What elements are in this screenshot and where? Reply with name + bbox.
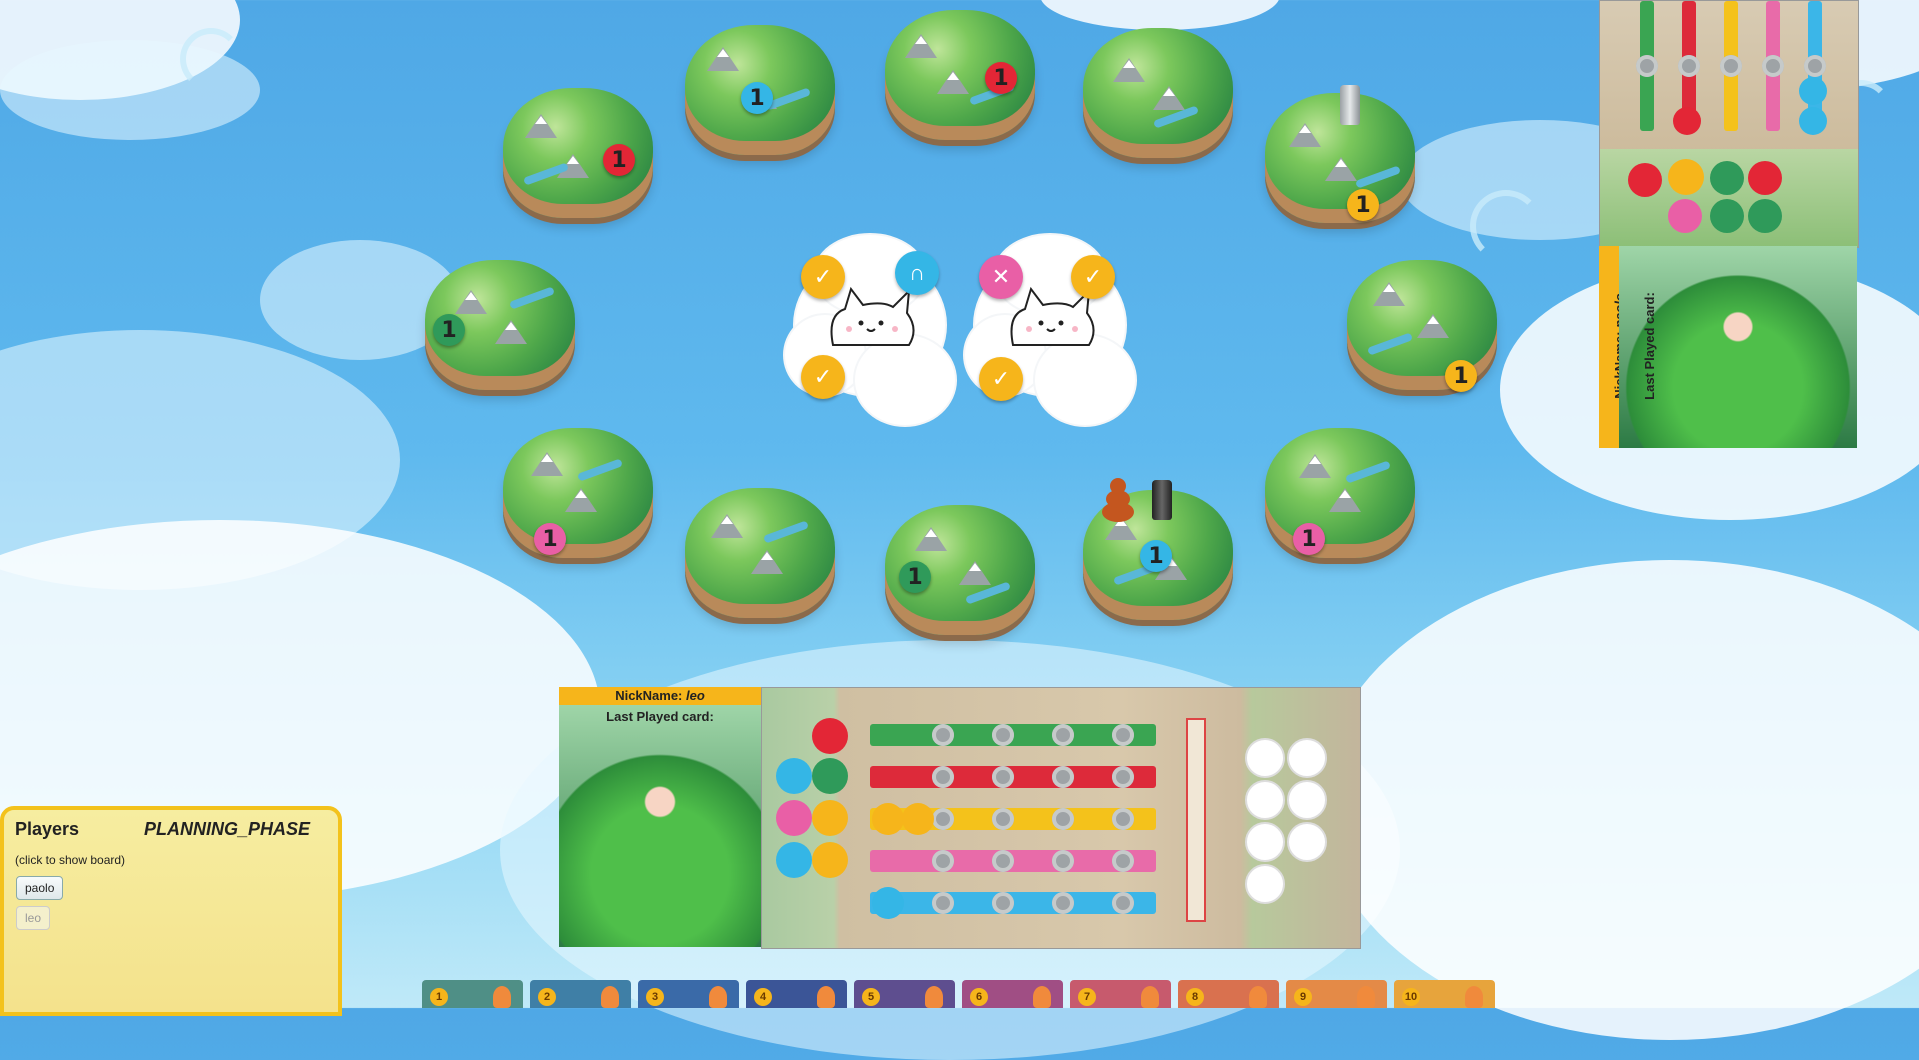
fox-icon: [493, 986, 511, 1008]
fox-icon: [1465, 986, 1483, 1008]
student-yellow: ✓: [1071, 255, 1115, 299]
leo-info-panel: NickName: leo Last Played card:: [559, 687, 761, 947]
student-count-token: 1: [433, 314, 465, 346]
last-played-label: Last Played card:: [606, 709, 714, 724]
fox-icon: [1033, 986, 1051, 1008]
tower-slot: [1245, 780, 1285, 820]
island[interactable]: 1: [685, 25, 835, 165]
assistant-card[interactable]: 4: [746, 980, 847, 1008]
entrance-student[interactable]: [812, 758, 848, 794]
cat-mascot-icon: [830, 286, 915, 346]
assistant-card[interactable]: 2: [530, 980, 631, 1008]
tower-slot: [1287, 738, 1327, 778]
assistant-card[interactable]: 10: [1394, 980, 1495, 1008]
last-played-label: Last Played card:: [1642, 292, 1657, 400]
assistant-card[interactable]: 5: [854, 980, 955, 1008]
island[interactable]: 1: [1265, 85, 1415, 233]
paolo-school-board[interactable]: [1599, 0, 1859, 248]
assistant-card[interactable]: 3: [638, 980, 739, 1008]
nickname-value: leo: [686, 688, 705, 703]
players-hint: (click to show board): [15, 853, 126, 867]
entrance-student[interactable]: [812, 718, 848, 754]
student-count-token: 1: [1140, 540, 1172, 572]
entrance-student[interactable]: [1748, 199, 1782, 233]
fox-icon: [1249, 986, 1267, 1008]
entrance-student[interactable]: [1628, 163, 1662, 197]
fox-icon: [709, 986, 727, 1008]
island[interactable]: 1: [503, 428, 653, 568]
entrance-student[interactable]: [1710, 161, 1744, 195]
entrance-student[interactable]: [1668, 159, 1704, 195]
entrance-student[interactable]: [776, 842, 812, 878]
student-count-token: 1: [1293, 523, 1325, 555]
island[interactable]: 1: [425, 260, 575, 400]
assistant-card[interactable]: 6: [962, 980, 1063, 1008]
assistant-card[interactable]: 9: [1286, 980, 1387, 1008]
island[interactable]: 1: [1347, 260, 1497, 400]
dining-student: [872, 803, 904, 835]
student-yellow: ✓: [979, 357, 1023, 401]
cloud-tile[interactable]: ✓ ∩ ✓: [785, 225, 955, 425]
entrance-student[interactable]: [812, 842, 848, 878]
student-count-token: 1: [741, 82, 773, 114]
student-yellow: ✓: [801, 255, 845, 299]
island[interactable]: 1: [885, 10, 1035, 150]
entrance-student[interactable]: [776, 758, 812, 794]
entrance-student[interactable]: [1668, 199, 1702, 233]
island[interactable]: 1: [885, 505, 1035, 645]
student-blue: ∩: [895, 251, 939, 295]
leo-school-board[interactable]: [761, 687, 1361, 949]
black-tower: [1152, 480, 1172, 520]
player-button-leo[interactable]: leo: [16, 906, 51, 930]
entrance-student[interactable]: [1710, 199, 1744, 233]
tower-slot: [1287, 780, 1327, 820]
assistant-card[interactable]: 7: [1070, 980, 1171, 1008]
fox-icon: [1141, 986, 1159, 1008]
student-yellow: ✓: [801, 355, 845, 399]
grey-tower: [1340, 85, 1360, 125]
game-phase: PLANNING_PHASE: [144, 819, 311, 839]
players-title: Players: [15, 819, 80, 839]
tower-slot: [1245, 864, 1285, 904]
assistant-card[interactable]: 8: [1178, 980, 1279, 1008]
assistant-card[interactable]: 1: [422, 980, 523, 1008]
player-button-paolo[interactable]: paolo: [16, 876, 64, 900]
fox-icon: [1357, 986, 1375, 1008]
island[interactable]: 1: [503, 88, 653, 228]
student-count-token: 1: [1445, 360, 1477, 392]
fox-icon: [925, 986, 943, 1008]
cloud-tile[interactable]: ✕ ✓ ✓: [965, 225, 1135, 425]
last-played-card: [559, 705, 761, 947]
island[interactable]: 1: [1265, 428, 1415, 568]
players-panel: Players PLANNING_PHASE (click to show bo…: [0, 806, 342, 1016]
entrance-student[interactable]: [776, 800, 812, 836]
island[interactable]: 1: [1083, 478, 1233, 630]
mother-nature-pawn[interactable]: [1101, 478, 1135, 522]
student-count-token: 1: [534, 523, 566, 555]
student-pink: ✕: [979, 255, 1023, 299]
tower-slot: [1287, 822, 1327, 862]
island[interactable]: [1083, 28, 1233, 168]
fox-icon: [601, 986, 619, 1008]
student-count-token: 1: [899, 561, 931, 593]
nickname-label: NickName:: [615, 688, 683, 703]
student-count-token: 1: [1347, 189, 1379, 221]
student-count-token: 1: [603, 144, 635, 176]
island[interactable]: [685, 488, 835, 628]
paolo-info-panel: NickName: paolo Last Played card:: [1599, 246, 1857, 448]
tower-slot: [1245, 738, 1285, 778]
dining-student: [872, 887, 904, 919]
tower-slot: [1245, 822, 1285, 862]
student-count-token: 1: [985, 62, 1017, 94]
entrance-student[interactable]: [1748, 161, 1782, 195]
fox-icon: [817, 986, 835, 1008]
dining-student: [902, 803, 934, 835]
entrance-student[interactable]: [812, 800, 848, 836]
